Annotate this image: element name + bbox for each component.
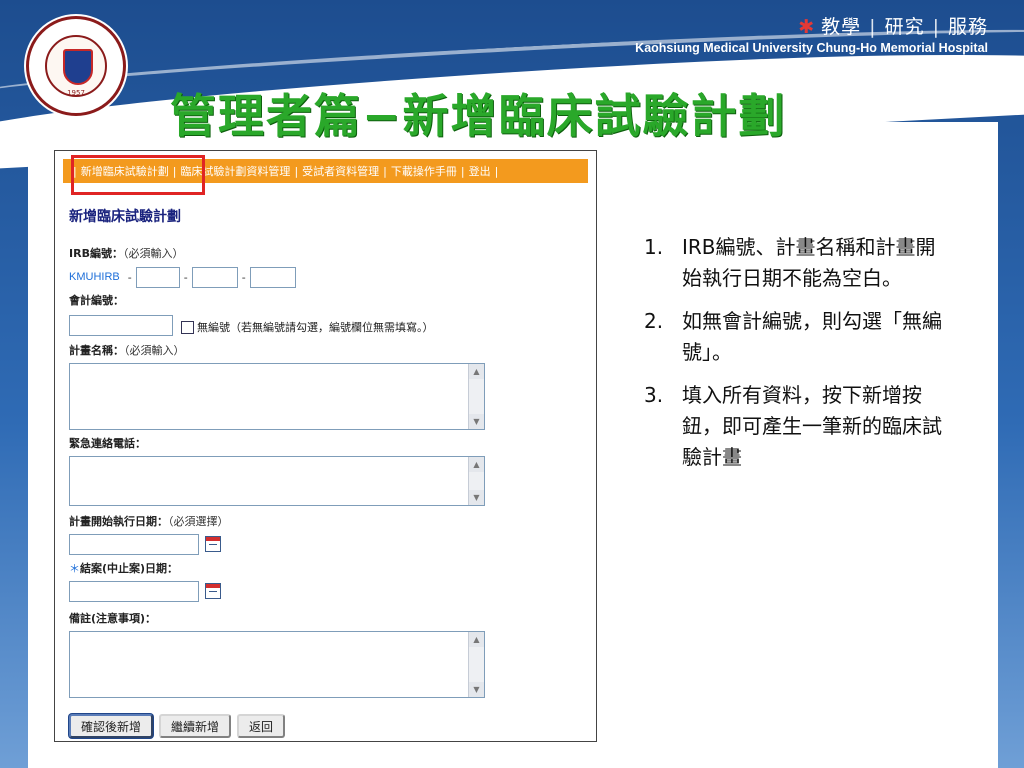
scroll-up-icon[interactable]: ▲ [469,632,484,647]
scroll-down-icon[interactable]: ▼ [469,682,484,697]
shield-icon [63,49,93,85]
nav-item-download-manual[interactable]: 下載操作手冊 [391,163,457,179]
hospital-slogan: ✱ 教學 | 研究 | 服務 [798,12,988,39]
plan-name-label: 計畫名稱：（必須輸入） [69,344,185,357]
no-number-label: 無編號（若無編號請勾選，編號欄位無需填寫。） [197,321,434,334]
scroll-down-icon[interactable]: ▼ [469,414,484,429]
textarea-scrollbar[interactable]: ▲ ▼ [468,457,484,505]
remarks-label: 備註(注意事項)： [69,612,157,625]
university-logo: 1957 [26,16,126,116]
slogan-service: 服務 [947,16,988,38]
form-button-row: 確認後新增 繼續新增 返回 [69,714,286,738]
nav-item-logout[interactable]: 登出 [469,163,491,179]
calendar-icon[interactable] [205,583,221,599]
nav-item-subject-management[interactable]: 受試者資料管理 [302,163,379,179]
instruction-notes: 1. IRB編號、計畫名稱和計畫開始執行日期不能為空白。 2. 如無會計編號，則… [644,232,944,485]
irb-prefix: KMUHIRB [69,271,120,283]
continue-add-button[interactable]: 繼續新增 [159,714,232,738]
irb-input-1[interactable] [135,266,180,288]
no-number-checkbox[interactable] [181,320,194,334]
textarea-scrollbar[interactable]: ▲ ▼ [468,632,484,697]
start-date-input[interactable] [69,534,199,555]
back-button[interactable]: 返回 [237,714,286,738]
irb-number-row: KMUHIRB - - - [69,265,296,289]
scroll-up-icon[interactable]: ▲ [469,457,484,472]
instruction-item: 2. 如無會計編號，則勾選「無編號」。 [644,309,942,364]
nav-item-trial-management[interactable]: 臨床試驗計劃資料管理 [180,163,290,179]
logo-year: 1957 [67,89,85,97]
slogan-divider: | [932,16,940,38]
emergency-phone-label: 緊急連絡電話： [69,437,146,450]
logo-inner-ring: 1957 [45,35,107,97]
hospital-name: Kaohsiung Medical University Chung-Ho Me… [635,41,988,55]
slogan-research: 研究 [884,16,925,38]
end-date-input[interactable] [69,581,199,602]
account-number-label: 會計編號： [69,294,124,307]
textarea-scrollbar[interactable]: ▲ ▼ [468,364,484,429]
irb-input-3[interactable] [249,266,296,288]
app-screenshot: | 新增臨床試驗計劃 | 臨床試驗計劃資料管理 | 受試者資料管理 | 下載操作… [54,150,597,742]
emergency-phone-textarea[interactable]: ▲ ▼ [69,456,485,506]
remarks-textarea[interactable]: ▲ ▼ [69,631,485,698]
nav-item-new-trial[interactable]: 新增臨床試驗計劃 [81,163,169,179]
instruction-item: 1. IRB編號、計畫名稱和計畫開始執行日期不能為空白。 [644,235,936,290]
account-number-input[interactable] [69,315,173,336]
scroll-down-icon[interactable]: ▼ [469,490,484,505]
slogan-divider: | [869,16,877,38]
end-date-label: ＊結案(中止案)日期： [69,562,179,575]
top-nav-bar: | 新增臨床試驗計劃 | 臨床試驗計劃資料管理 | 受試者資料管理 | 下載操作… [63,159,588,183]
no-number-option: 無編號（若無編號請勾選，編號欄位無需填寫。） [181,319,434,335]
form-heading: 新增臨床試驗計劃 [69,209,181,225]
irb-label: IRB編號：（必須輸入） [69,247,184,260]
scroll-up-icon[interactable]: ▲ [469,364,484,379]
star-icon: ✱ [798,16,816,38]
slide-title: 管理者篇−新增臨床試驗計劃 [170,89,787,143]
confirm-add-button[interactable]: 確認後新增 [69,714,154,738]
start-date-label: 計畫開始執行日期：（必須選擇） [69,515,229,528]
instruction-item: 3. 填入所有資料，按下新增按鈕，即可產生一筆新的臨床試驗計畫 [644,383,942,469]
slogan-teaching: 教學 [821,16,862,38]
plan-name-textarea[interactable]: ▲ ▼ [69,363,485,430]
irb-input-2[interactable] [191,266,238,288]
calendar-icon[interactable] [205,536,221,552]
